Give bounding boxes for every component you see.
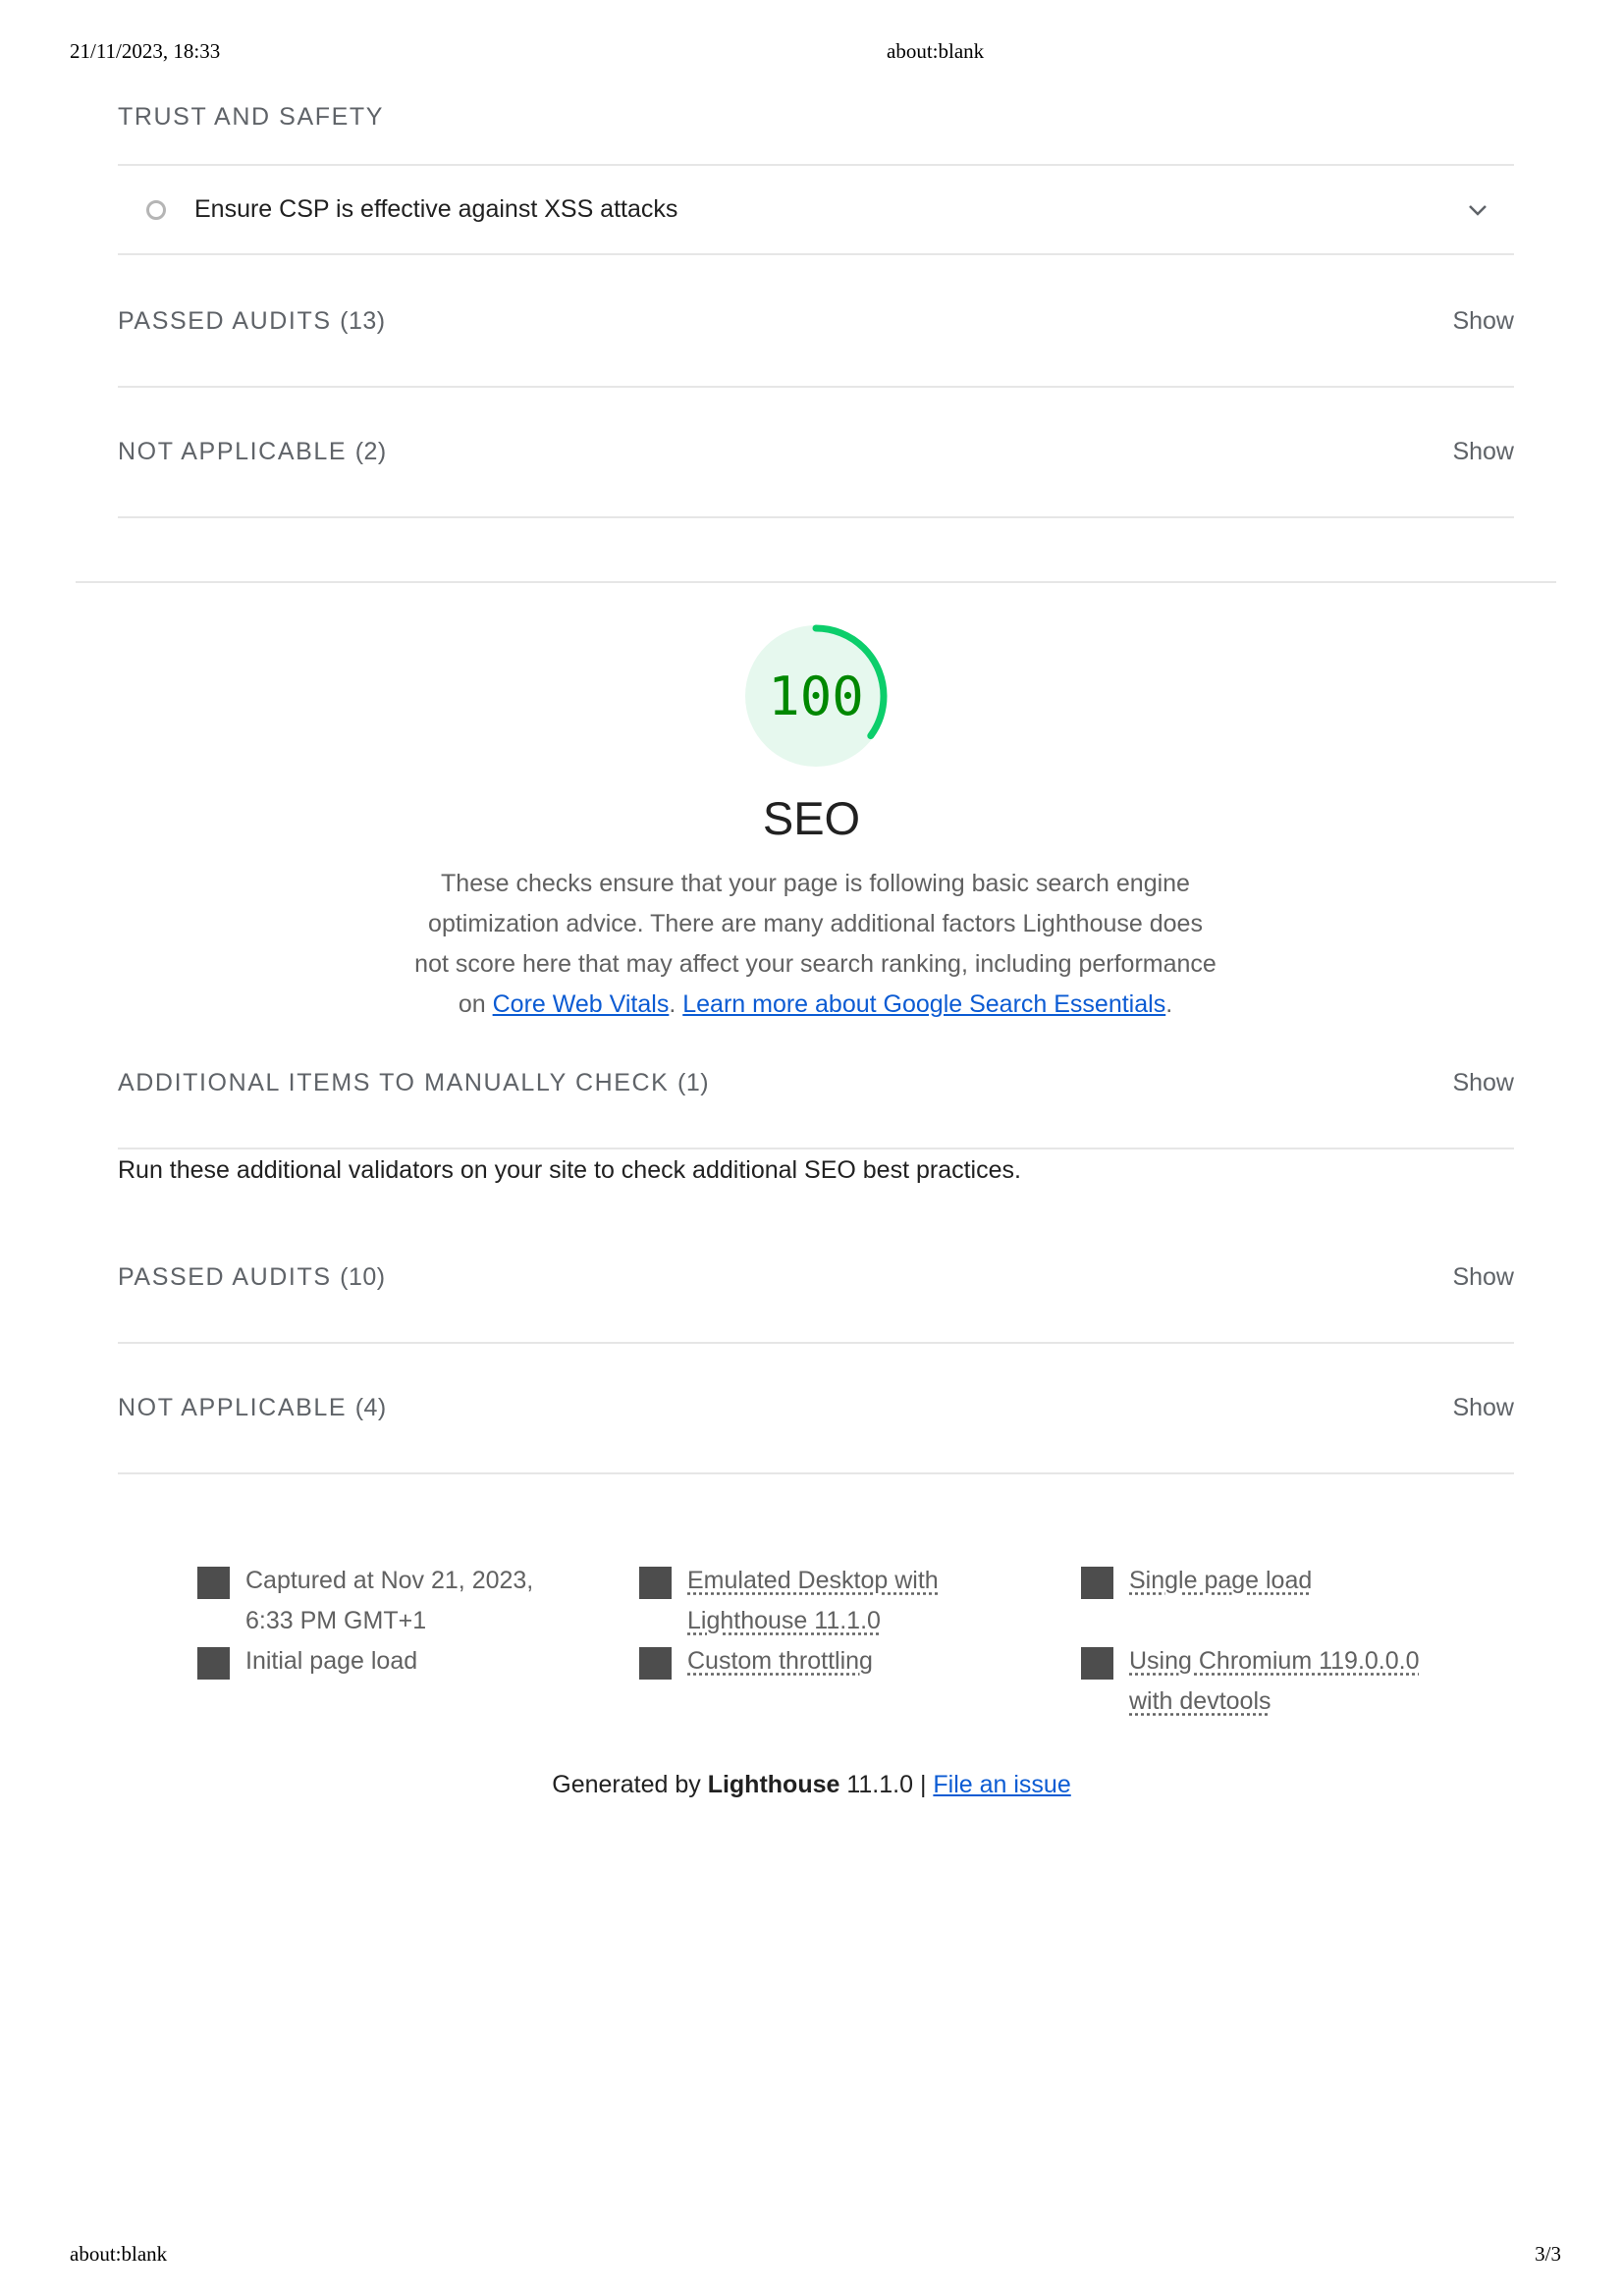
search-essentials-link[interactable]: Learn more about Google Search Essential… <box>682 990 1165 1018</box>
stopwatch-icon <box>1081 1567 1113 1599</box>
trust-safety-title: TRUST AND SAFETY <box>118 103 385 131</box>
seo-score-value: 100 <box>768 665 864 727</box>
print-datetime: 21/11/2023, 18:33 <box>70 39 221 63</box>
core-web-vitals-link[interactable]: Core Web Vitals <box>493 990 670 1018</box>
env-captured: Captured at Nov 21, 2023, 6:33 PM GMT+1 <box>197 1561 540 1641</box>
bp-passed-show-toggle[interactable]: Show <box>1452 307 1514 336</box>
chevron-down-icon[interactable] <box>1463 195 1492 225</box>
seo-passed-show-toggle[interactable]: Show <box>1452 1263 1514 1292</box>
calendar-icon <box>197 1567 230 1599</box>
seo-passed-audits-row[interactable]: PASSED AUDITS (10) Show <box>118 1213 1514 1344</box>
audit-title: Ensure CSP is effective against XSS atta… <box>194 195 678 223</box>
env-initial-load: Initial page load <box>197 1641 540 1682</box>
report-footer: Generated by Lighthouse 11.1.0 | File an… <box>552 1771 1071 1798</box>
informative-circle-icon <box>146 199 166 220</box>
bp-not-applicable-title: NOT APPLICABLE (2) <box>118 438 387 465</box>
env-chromium[interactable]: Using Chromium 119.0.0.0 with devtools <box>1081 1641 1424 1722</box>
seo-passed-audits-title: PASSED AUDITS (10) <box>118 1263 386 1291</box>
seo-manual-check-row[interactable]: ADDITIONAL ITEMS TO MANUALLY CHECK (1) S… <box>118 1019 1514 1149</box>
seo-not-applicable-show-toggle[interactable]: Show <box>1452 1394 1514 1422</box>
seo-description: These checks ensure that your page is fo… <box>414 870 1217 1018</box>
bp-not-applicable-show-toggle[interactable]: Show <box>1452 438 1514 466</box>
bp-passed-audits-title: PASSED AUDITS (13) <box>118 307 386 335</box>
env-throttling[interactable]: Custom throttling <box>639 1641 982 1682</box>
bp-not-applicable-row[interactable]: NOT APPLICABLE (2) Show <box>118 388 1514 518</box>
seo-manual-check-show-toggle[interactable]: Show <box>1452 1069 1514 1097</box>
seo-not-applicable-row[interactable]: NOT APPLICABLE (4) Show <box>118 1344 1514 1474</box>
desktop-icon <box>639 1567 672 1599</box>
env-emulated-device[interactable]: Emulated Desktop with Lighthouse 11.1.0 <box>639 1561 982 1641</box>
category-divider <box>76 581 1556 583</box>
audit-csp-xss[interactable]: Ensure CSP is effective against XSS atta… <box>118 166 1514 255</box>
chrome-icon <box>1081 1647 1113 1680</box>
print-page-number: 3/3 <box>1535 2242 1561 2266</box>
seo-manual-check-title: ADDITIONAL ITEMS TO MANUALLY CHECK (1) <box>118 1069 710 1096</box>
timer-icon <box>197 1647 230 1680</box>
env-single-load[interactable]: Single page load <box>1081 1561 1424 1601</box>
seo-title: SEO <box>762 792 861 844</box>
print-url-header: about:blank <box>887 39 985 63</box>
file-issue-link[interactable]: File an issue <box>933 1771 1070 1798</box>
bp-passed-audits-row[interactable]: PASSED AUDITS (13) Show <box>118 257 1514 388</box>
seo-not-applicable-title: NOT APPLICABLE (4) <box>118 1394 387 1421</box>
network-icon <box>639 1647 672 1680</box>
seo-manual-check-description: Run these additional validators on your … <box>118 1156 1021 1184</box>
lighthouse-brand: Lighthouse <box>707 1771 840 1798</box>
print-url-footer: about:blank <box>70 2242 168 2266</box>
